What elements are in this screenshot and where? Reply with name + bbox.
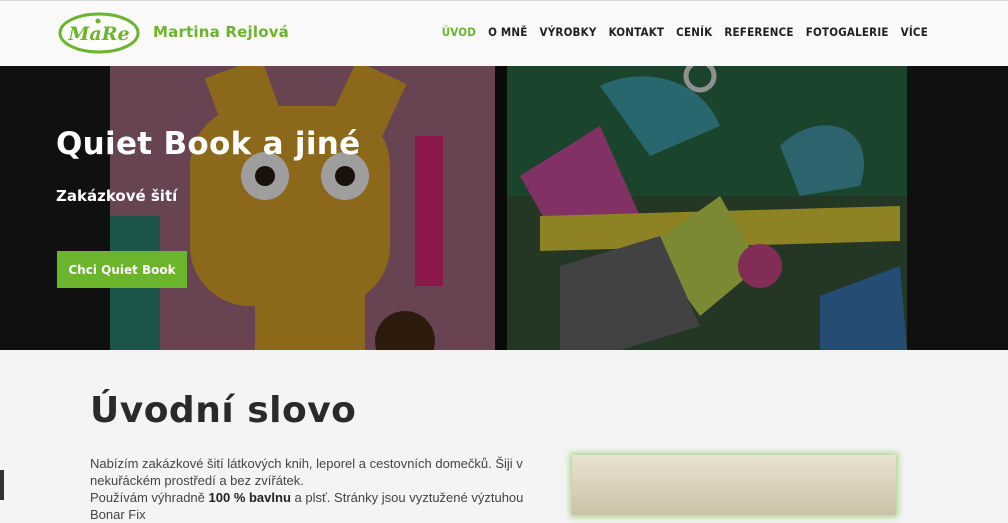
nav-item-vyrobky[interactable]: VÝROBKY xyxy=(540,25,597,39)
section-heading: Úvodní slovo xyxy=(90,390,357,431)
logo-text: MaRe xyxy=(67,23,129,45)
hero-overlay xyxy=(0,66,1008,350)
intro-line-2-start: Používám výhradně xyxy=(90,490,209,505)
intro-paragraph: Nabízím zakázkové šití látkových knih, l… xyxy=(90,455,560,523)
hero-banner: Quiet Book a jiné Zakázkové šití Chci Qu… xyxy=(0,66,1008,350)
nav-item-uvod[interactable]: ÚVOD xyxy=(442,25,476,39)
site-header: MaRe Martina Rejlová ÚVOD O MNĚ VÝROBKY … xyxy=(0,0,1008,67)
side-tab[interactable] xyxy=(0,470,4,500)
hero-subtitle: Zakázkové šití xyxy=(56,187,178,205)
hero-title: Quiet Book a jiné xyxy=(56,126,361,162)
nav-item-reference[interactable]: REFERENCE xyxy=(724,25,793,39)
nav-item-cenik[interactable]: CENÍK xyxy=(676,25,712,39)
main-nav: ÚVOD O MNĚ VÝROBKY KONTAKT CENÍK REFEREN… xyxy=(442,25,928,39)
nav-item-kontakt[interactable]: KONTAKT xyxy=(609,25,665,39)
logo[interactable]: MaRe xyxy=(58,11,140,55)
intro-line-1: Nabízím zakázkové šití látkových knih, l… xyxy=(90,456,523,488)
nav-item-fotogalerie[interactable]: FOTOGALERIE xyxy=(806,25,889,39)
nav-item-o-mne[interactable]: O MNĚ xyxy=(488,25,527,39)
cta-button[interactable]: Chci Quiet Book xyxy=(57,251,187,288)
logo-mark: MaRe xyxy=(58,12,140,54)
nav-item-vice[interactable]: VÍCE xyxy=(901,25,928,39)
brand-name[interactable]: Martina Rejlová xyxy=(153,23,289,41)
intro-line-2-bold: 100 % bavlnu xyxy=(208,490,291,505)
intro-photo xyxy=(572,455,896,515)
